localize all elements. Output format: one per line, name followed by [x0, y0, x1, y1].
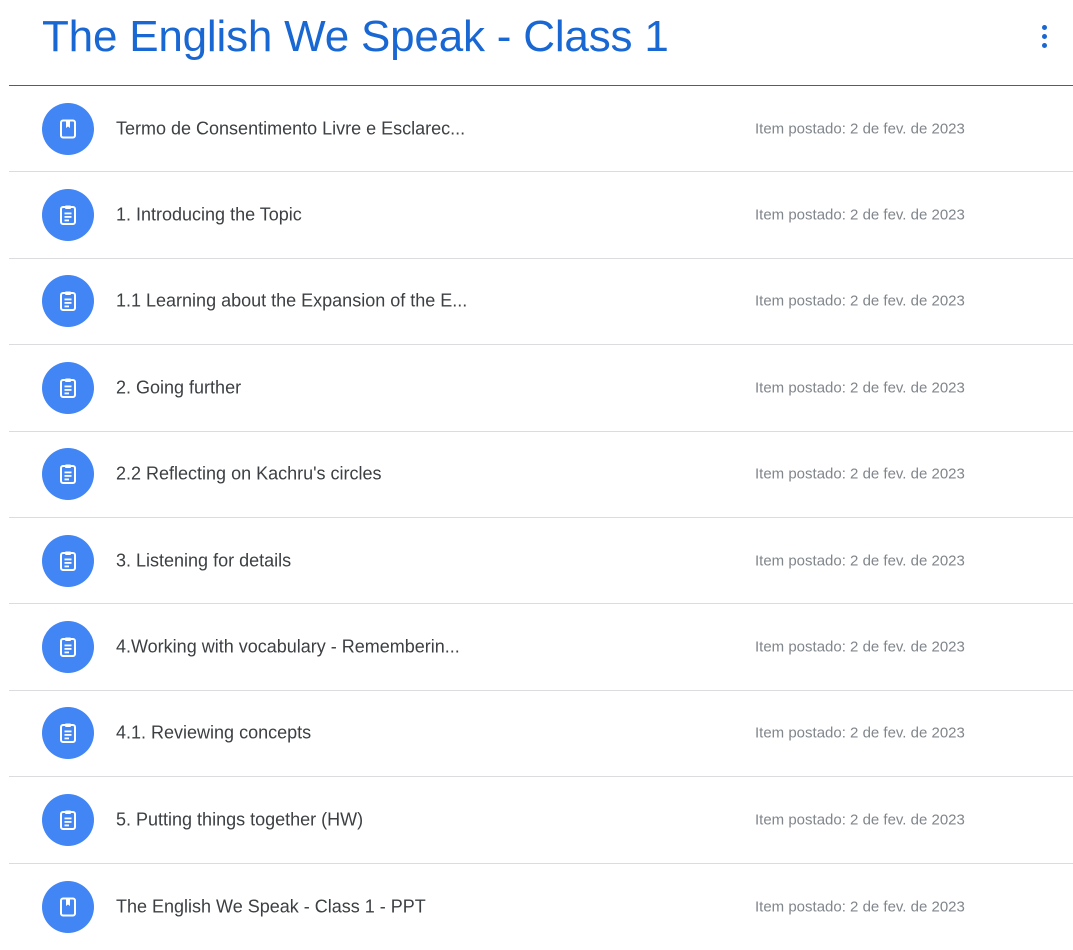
- more-vert-icon: [1041, 24, 1047, 30]
- list-item-posted-date: Item postado: 2 de fev. de 2023: [755, 465, 965, 483]
- list-item-posted-date: Item postado: 2 de fev. de 2023: [755, 638, 965, 656]
- list-item-posted-date: Item postado: 2 de fev. de 2023: [755, 120, 965, 138]
- list-item-title: 4.Working with vocabulary - Rememberin..…: [116, 636, 460, 657]
- list-item-title: 3. Listening for details: [116, 550, 292, 571]
- book-icon: [42, 880, 94, 933]
- assignment-icon: [42, 793, 94, 846]
- list-item[interactable]: 4.1. Reviewing concepts Item postado: 2 …: [9, 691, 1073, 778]
- list-item[interactable]: 1.1 Learning about the Expansion of the …: [9, 259, 1073, 346]
- assignment-icon: [42, 275, 94, 328]
- assignment-icon: [42, 534, 94, 587]
- more-vert-icon-dot: [1041, 42, 1047, 48]
- assignment-icon: [42, 189, 94, 242]
- book-icon: [42, 102, 94, 155]
- list-item[interactable]: The English We Speak - Class 1 - PPT Ite…: [9, 864, 1073, 950]
- list-item[interactable]: 1. Introducing the Topic Item postado: 2…: [9, 172, 1073, 259]
- page-title: The English We Speak - Class 1: [42, 12, 669, 61]
- list-item-title: 5. Putting things together (HW): [116, 809, 364, 830]
- classwork-list: Termo de Consentimento Livre e Esclarec.…: [9, 86, 1073, 950]
- more-vert-icon-dot: [1041, 33, 1047, 39]
- list-item-title: The English We Speak - Class 1 - PPT: [116, 896, 426, 917]
- list-item-title: Termo de Consentimento Livre e Esclarec.…: [116, 118, 466, 139]
- list-item-posted-date: Item postado: 2 de fev. de 2023: [755, 206, 965, 224]
- list-item[interactable]: 3. Listening for details Item postado: 2…: [9, 518, 1073, 605]
- assignment-icon: [42, 361, 94, 414]
- list-item-posted-date: Item postado: 2 de fev. de 2023: [755, 898, 965, 916]
- list-item-posted-date: Item postado: 2 de fev. de 2023: [755, 724, 965, 742]
- list-item[interactable]: 2. Going further Item postado: 2 de fev.…: [9, 345, 1073, 432]
- page-header: The English We Speak - Class 1: [0, 0, 1073, 86]
- list-item[interactable]: 4.Working with vocabulary - Rememberin..…: [9, 604, 1073, 691]
- list-item-title: 2.2 Reflecting on Kachru's circles: [116, 463, 382, 484]
- list-item[interactable]: 2.2 Reflecting on Kachru's circles Item …: [9, 432, 1073, 518]
- list-item-posted-date: Item postado: 2 de fev. de 2023: [755, 379, 965, 397]
- list-item-posted-date: Item postado: 2 de fev. de 2023: [755, 552, 965, 570]
- list-item-posted-date: Item postado: 2 de fev. de 2023: [755, 292, 965, 310]
- list-item[interactable]: Termo de Consentimento Livre e Esclarec.…: [9, 86, 1073, 173]
- list-item-title: 4.1. Reviewing concepts: [116, 722, 312, 743]
- list-item-title: 1. Introducing the Topic: [116, 204, 302, 225]
- assignment-icon: [42, 621, 94, 674]
- list-item[interactable]: 5. Putting things together (HW) Item pos…: [9, 777, 1073, 864]
- list-item-title: 2. Going further: [116, 377, 242, 398]
- assignment-icon: [42, 707, 94, 760]
- list-item-posted-date: Item postado: 2 de fev. de 2023: [755, 811, 965, 829]
- assignment-icon: [42, 448, 94, 501]
- list-item-title: 1.1 Learning about the Expansion of the …: [116, 290, 468, 311]
- more-options-button[interactable]: [1028, 18, 1060, 54]
